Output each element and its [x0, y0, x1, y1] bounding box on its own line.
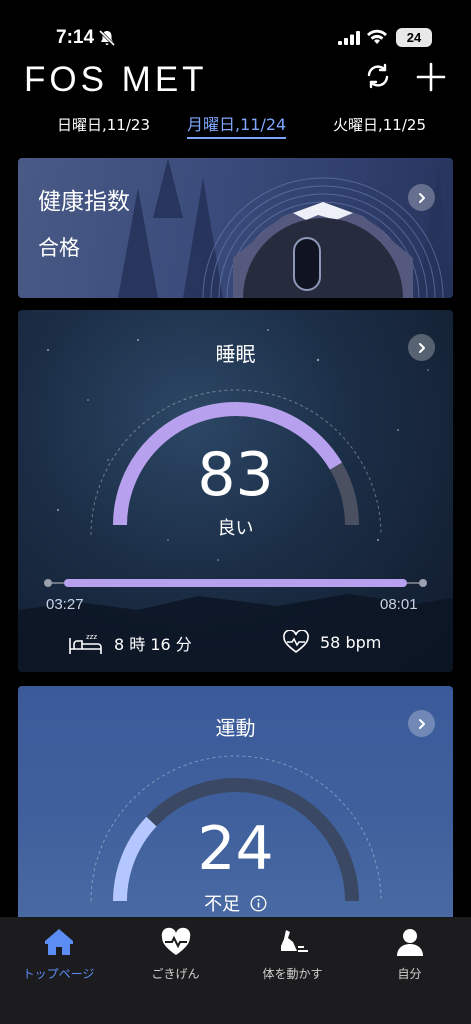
- app-logo: FOS MET: [24, 60, 208, 99]
- chevron-right-icon: [418, 192, 425, 203]
- sleep-start-time: 03:27: [46, 596, 84, 613]
- forest-mountain-illustration: [118, 158, 453, 298]
- date-next[interactable]: 火曜日,11/25: [333, 114, 426, 135]
- exercise-card[interactable]: 運動 24 不足: [18, 686, 453, 926]
- svg-text:zzz: zzz: [86, 633, 97, 641]
- add-icon[interactable]: [416, 62, 446, 92]
- sleep-duration: zzz 8 時 16 分: [68, 630, 192, 656]
- battery-indicator: 24: [396, 28, 432, 47]
- heart-pulse-icon: [283, 630, 309, 654]
- tab-label: 自分: [397, 967, 422, 981]
- wifi-icon: [367, 29, 387, 44]
- health-index-card[interactable]: 健康指数 合格: [18, 158, 453, 298]
- tab-mood[interactable]: ごきげん: [117, 927, 234, 982]
- tab-home[interactable]: トップページ: [0, 927, 117, 982]
- bed-zzz-icon: zzz: [69, 633, 102, 654]
- sleep-timeline: [44, 579, 427, 587]
- tab-activity[interactable]: 体を動かす: [234, 927, 351, 982]
- exercise-rating-row: 不足: [18, 890, 453, 916]
- date-prev[interactable]: 日曜日,11/23: [57, 114, 150, 135]
- status-bar: 7:14 24: [0, 0, 471, 60]
- health-index-title: 健康指数: [38, 189, 130, 215]
- cellular-signal-icon: [338, 31, 360, 45]
- bell-muted-icon: [98, 29, 116, 47]
- clock: 7:14: [56, 27, 95, 48]
- health-index-status: 合格: [38, 236, 80, 260]
- sleep-duration-value: 8 時 16 分: [114, 635, 192, 654]
- info-icon[interactable]: [250, 895, 267, 912]
- tab-label: トップページ: [22, 967, 95, 981]
- running-shoe-icon: [280, 930, 308, 952]
- heart-rate-value: 58 bpm: [320, 632, 382, 652]
- bottom-tab-bar: トップページ ごきげん 体を動かす 自分: [0, 917, 471, 1024]
- home-icon: [44, 929, 73, 955]
- tab-profile[interactable]: 自分: [351, 927, 468, 982]
- person-icon: [396, 929, 423, 956]
- heart-rate: 58 bpm: [282, 630, 381, 654]
- date-selector: 日曜日,11/23 月曜日,11/24 火曜日,11/25: [0, 108, 471, 139]
- health-index-detail-button[interactable]: [408, 184, 435, 211]
- sleep-end-time: 08:01: [380, 596, 418, 613]
- sleep-score: 83: [197, 440, 274, 510]
- heart-pulse-icon: [161, 927, 190, 955]
- tab-label: ごきげん: [151, 967, 200, 981]
- exercise-rating: 不足: [204, 894, 241, 915]
- sleep-rating: 良い: [217, 518, 254, 539]
- exercise-score: 24: [197, 814, 274, 884]
- sync-icon[interactable]: [364, 62, 392, 90]
- tab-label: 体を動かす: [262, 967, 323, 981]
- sleep-card[interactable]: 睡眠 83 良い 03:27 08:01 zzz 8 時 16 分 58 bpm: [18, 310, 453, 672]
- date-current[interactable]: 月曜日,11/24: [187, 111, 287, 139]
